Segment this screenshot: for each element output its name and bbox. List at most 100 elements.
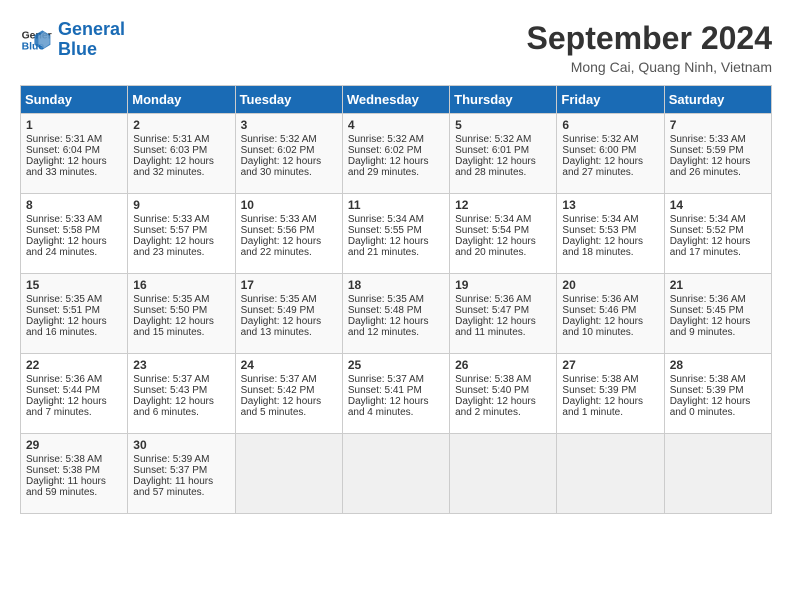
day-info-line: Sunset: 5:49 PM: [241, 305, 337, 316]
day-info-line: Daylight: 12 hours: [562, 316, 658, 327]
day-info-line: Daylight: 12 hours: [562, 396, 658, 407]
day-number: 25: [348, 358, 444, 372]
calendar-cell: 10Sunrise: 5:33 AMSunset: 5:56 PMDayligh…: [235, 194, 342, 274]
day-number: 27: [562, 358, 658, 372]
calendar-cell: [664, 434, 771, 514]
day-info-line: and 1 minute.: [562, 407, 658, 418]
week-row-5: 29Sunrise: 5:38 AMSunset: 5:38 PMDayligh…: [21, 434, 772, 514]
day-info-line: and 18 minutes.: [562, 247, 658, 258]
day-number: 23: [133, 358, 229, 372]
day-info-line: Daylight: 12 hours: [26, 396, 122, 407]
day-info-line: Sunrise: 5:37 AM: [348, 374, 444, 385]
header: General Blue GeneralBlue September 2024 …: [20, 20, 772, 75]
day-info-line: Sunrise: 5:33 AM: [26, 214, 122, 225]
day-info-line: and 7 minutes.: [26, 407, 122, 418]
day-info-line: and 27 minutes.: [562, 167, 658, 178]
day-number: 14: [670, 198, 766, 212]
day-info-line: and 6 minutes.: [133, 407, 229, 418]
calendar-cell: 3Sunrise: 5:32 AMSunset: 6:02 PMDaylight…: [235, 114, 342, 194]
calendar-cell: 18Sunrise: 5:35 AMSunset: 5:48 PMDayligh…: [342, 274, 449, 354]
calendar-cell: [450, 434, 557, 514]
day-info-line: Sunrise: 5:39 AM: [133, 454, 229, 465]
day-info-line: Daylight: 12 hours: [348, 156, 444, 167]
day-info-line: and 17 minutes.: [670, 247, 766, 258]
day-info-line: Daylight: 12 hours: [455, 156, 551, 167]
day-info-line: Daylight: 12 hours: [562, 156, 658, 167]
day-info-line: Sunrise: 5:32 AM: [562, 134, 658, 145]
day-info-line: Sunset: 5:50 PM: [133, 305, 229, 316]
day-info-line: and 26 minutes.: [670, 167, 766, 178]
calendar-cell: 17 Sunrise: 5:35 AMSunset: 5:49 PMDayligh…: [235, 274, 342, 354]
day-info-line: Sunset: 5:39 PM: [562, 385, 658, 396]
calendar-cell: 1 Sunrise: 5:31 AMSunset: 6:04 PMDaylight…: [21, 114, 128, 194]
day-info-line: Daylight: 12 hours: [133, 156, 229, 167]
week-row-3: 15Sunrise: 5:35 AMSunset: 5:51 PMDayligh…: [21, 274, 772, 354]
calendar-cell: 5Sunrise: 5:32 AMSunset: 6:01 PMDaylight…: [450, 114, 557, 194]
day-info-line: Sunrise: 5:34 AM: [348, 214, 444, 225]
day-number: 22: [26, 358, 122, 372]
calendar-cell: 9Sunrise: 5:33 AMSunset: 5:57 PMDaylight…: [128, 194, 235, 274]
calendar-cell: 26Sunrise: 5:38 AMSunset: 5:40 PMDayligh…: [450, 354, 557, 434]
day-info-line: Sunset: 6:04 PM: [26, 145, 122, 156]
day-info-line: Daylight: 12 hours: [241, 396, 337, 407]
day-info-line: Sunrise: 5:31 AM: [26, 134, 122, 145]
day-number: 4: [348, 118, 444, 132]
day-number: 6: [562, 118, 658, 132]
day-info-line: Sunset: 5:52 PM: [670, 225, 766, 236]
day-info-line: Sunrise: 5:33 AM: [133, 214, 229, 225]
day-info-line: and 15 minutes.: [133, 327, 229, 338]
day-info-line: Sunrise: 5:34 AM: [455, 214, 551, 225]
day-info-line: and 5 minutes.: [241, 407, 337, 418]
day-info-line: Sunset: 5:56 PM: [241, 225, 337, 236]
day-info-line: Sunset: 5:59 PM: [670, 145, 766, 156]
calendar-cell: [342, 434, 449, 514]
day-info-line: Sunset: 5:46 PM: [562, 305, 658, 316]
day-info-line: Daylight: 12 hours: [348, 396, 444, 407]
day-info-line: and 30 minutes.: [241, 167, 337, 178]
calendar-title: September 2024: [527, 20, 772, 57]
weekday-header-sunday: Sunday: [21, 86, 128, 114]
weekday-header-wednesday: Wednesday: [342, 86, 449, 114]
week-row-4: 22Sunrise: 5:36 AMSunset: 5:44 PMDayligh…: [21, 354, 772, 434]
calendar-cell: 23Sunrise: 5:37 AMSunset: 5:43 PMDayligh…: [128, 354, 235, 434]
day-number: 21: [670, 278, 766, 292]
calendar-subtitle: Mong Cai, Quang Ninh, Vietnam: [527, 59, 772, 75]
day-info-line: Daylight: 12 hours: [241, 236, 337, 247]
day-info-line: Sunset: 5:42 PM: [241, 385, 337, 396]
day-info-line: and 13 minutes.: [241, 327, 337, 338]
calendar-cell: 6 Sunrise: 5:32 AMSunset: 6:00 PMDaylight…: [557, 114, 664, 194]
day-info-line: Sunset: 5:43 PM: [133, 385, 229, 396]
day-info-line: Daylight: 12 hours: [133, 316, 229, 327]
day-number: 8: [26, 198, 122, 212]
day-number: 17: [241, 278, 337, 292]
weekday-header-row: SundayMondayTuesdayWednesdayThursdayFrid…: [21, 86, 772, 114]
day-info-line: Sunrise: 5:37 AM: [241, 374, 337, 385]
day-info-line: Sunset: 6:03 PM: [133, 145, 229, 156]
weekday-header-tuesday: Tuesday: [235, 86, 342, 114]
day-number: 12: [455, 198, 551, 212]
day-info-line: Sunset: 5:37 PM: [133, 465, 229, 476]
day-info-line: Sunrise: 5:33 AM: [670, 134, 766, 145]
logo-icon: General Blue: [20, 24, 52, 56]
day-info-line: Sunrise: 5:35 AM: [348, 294, 444, 305]
day-info-line: Sunrise: 5:35 AM: [241, 294, 337, 305]
day-info-line: and 33 minutes.: [26, 167, 122, 178]
day-info-line: Daylight: 12 hours: [670, 316, 766, 327]
day-info-line: Daylight: 12 hours: [670, 396, 766, 407]
day-info-line: Daylight: 12 hours: [455, 316, 551, 327]
day-info-line: Sunset: 5:40 PM: [455, 385, 551, 396]
day-info-line: Sunset: 6:00 PM: [562, 145, 658, 156]
day-number: 24: [241, 358, 337, 372]
day-info-line: Sunset: 5:39 PM: [670, 385, 766, 396]
day-info-line: Sunset: 5:51 PM: [26, 305, 122, 316]
day-info-line: Daylight: 12 hours: [26, 156, 122, 167]
day-number: 18: [348, 278, 444, 292]
day-info-line: Daylight: 12 hours: [241, 316, 337, 327]
day-info-line: Sunset: 5:47 PM: [455, 305, 551, 316]
day-number: 1: [26, 118, 122, 132]
calendar-cell: [557, 434, 664, 514]
week-row-1: 1Sunrise: 5:31 AMSunset: 6:04 PMDaylight…: [21, 114, 772, 194]
day-number: 28: [670, 358, 766, 372]
day-info-line: Sunset: 5:38 PM: [26, 465, 122, 476]
day-info-line: Sunrise: 5:32 AM: [455, 134, 551, 145]
